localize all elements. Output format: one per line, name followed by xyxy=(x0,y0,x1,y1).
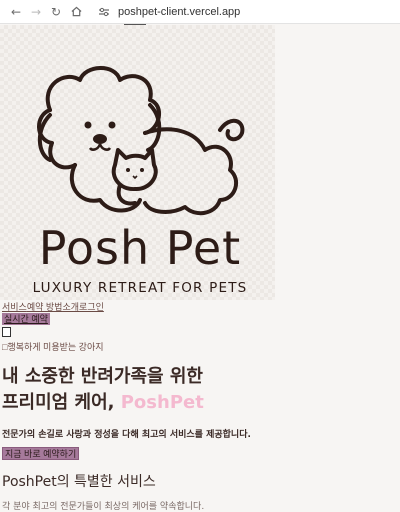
hero-logo-image: Posh Pet LUXURY RETREAT FOR PETS xyxy=(0,25,275,300)
url-text: poshpet-client.vercel.app xyxy=(118,5,241,18)
menu-toggle-button[interactable] xyxy=(2,327,11,337)
browser-toolbar: ← → ↻ poshpet-client.vercel.app xyxy=(0,0,400,24)
image-alt-text: 행복하게 미용받는 강아지 xyxy=(7,342,104,352)
services-section-subtitle: 각 분야 최고의 전문가들이 최상의 케어를 약속합니다. xyxy=(2,502,205,512)
brand-tagline: LUXURY RETREAT FOR PETS xyxy=(32,280,248,296)
hero-background xyxy=(275,25,400,300)
services-section-title: PoshPet의 특별한 서비스 xyxy=(2,474,156,490)
headline-line-2: 프리미엄 케어, xyxy=(2,392,121,413)
address-bar[interactable]: poshpet-client.vercel.app xyxy=(90,3,394,21)
headline-line-1: 내 소중한 반려가족을 위한 xyxy=(2,366,203,387)
headline-highlight: PoshPet xyxy=(120,392,204,413)
brand-name: Posh Pet xyxy=(38,221,242,275)
nav-link-login[interactable]: 로그인 xyxy=(79,302,104,312)
back-icon[interactable]: ← xyxy=(6,2,26,22)
nav-link-about[interactable]: 소개 xyxy=(62,302,79,312)
poodle-cat-illustration xyxy=(37,66,245,216)
realtime-booking-button[interactable]: 실시간 예약 xyxy=(2,313,50,325)
forward-icon[interactable]: → xyxy=(26,2,46,22)
hero-headline: 내 소중한 반려가족을 위한 프리미엄 케어, PoshPet xyxy=(2,364,204,416)
book-now-button[interactable]: 지금 바로 예약하기 xyxy=(2,447,80,460)
hero-dog-image: □행복하게 미용받는 강아지 xyxy=(2,340,104,353)
reload-icon[interactable]: ↻ xyxy=(46,2,66,22)
site-info-icon[interactable] xyxy=(96,5,112,19)
hero-description: 전문가의 손길로 사랑과 정성을 다해 최고의 서비스를 제공합니다. xyxy=(2,430,251,440)
nav-link-how-to-book[interactable]: 예약 방법 xyxy=(27,302,63,312)
home-icon[interactable] xyxy=(66,2,86,22)
main-nav: 서비스예약 방법소개로그인 xyxy=(2,300,104,313)
nav-link-services[interactable]: 서비스 xyxy=(2,302,27,312)
